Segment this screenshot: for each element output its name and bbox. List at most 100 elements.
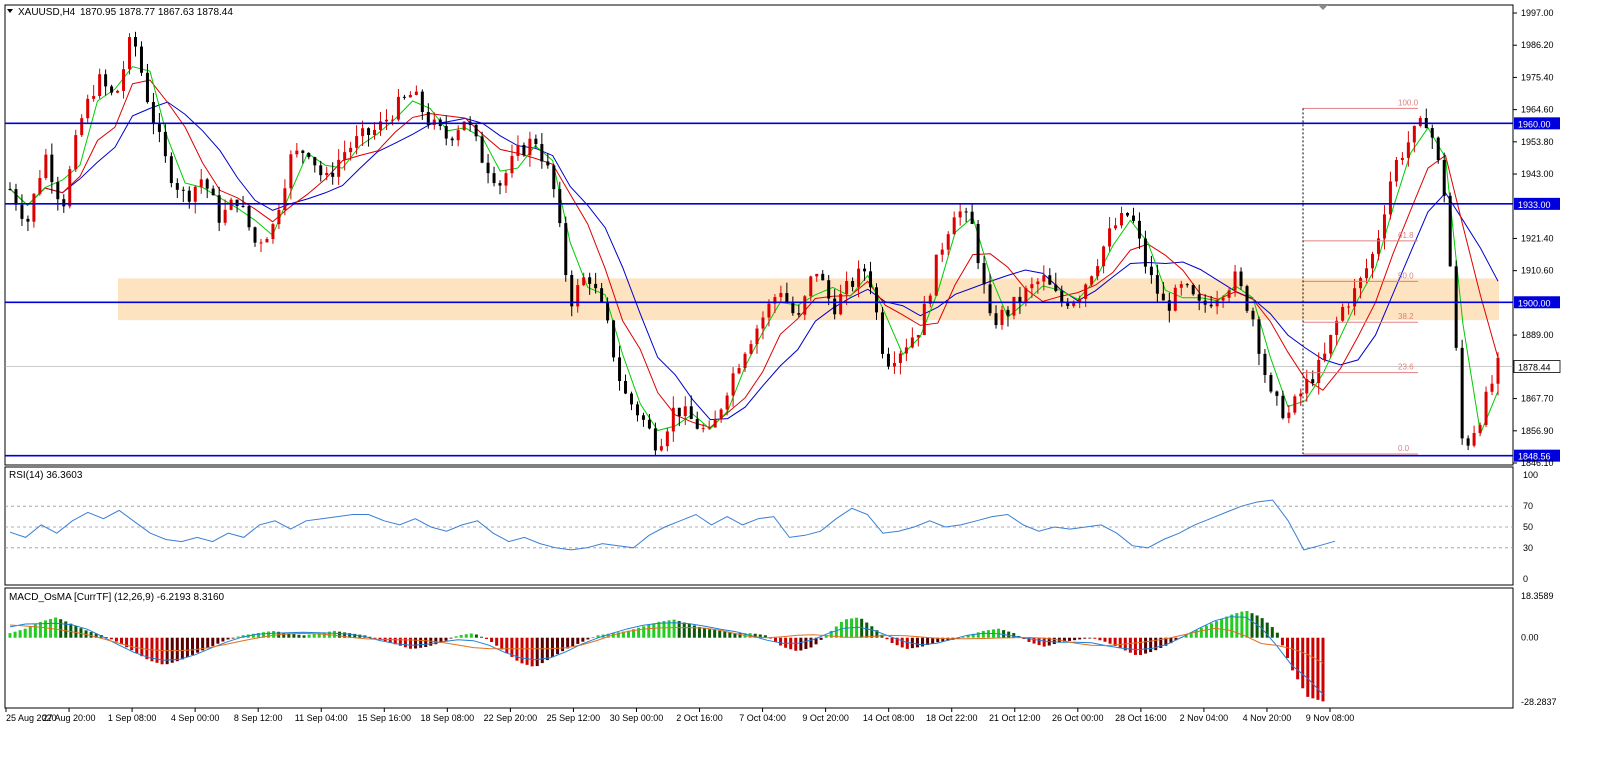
candle-body — [229, 199, 233, 210]
candle-body — [187, 190, 191, 202]
candle-body — [594, 283, 598, 289]
candle-body — [1215, 300, 1219, 307]
candle-body — [629, 393, 633, 405]
candle-body — [725, 395, 729, 410]
osma-bar — [1301, 637, 1305, 689]
osma-bar — [1149, 637, 1153, 653]
candle-body — [414, 91, 418, 95]
mt4-chart-window[interactable]: 1960.00 1933.00 1900.00 1848.56 1878.44 100.0… — [0, 0, 1619, 752]
rsi-tick-label: 0 — [1523, 574, 1528, 584]
osma-bar — [444, 637, 448, 641]
candle-body — [331, 172, 335, 177]
candle-body — [880, 312, 884, 354]
osma-bar — [226, 637, 230, 640]
candle-body — [450, 138, 454, 141]
time-tick-label: 1 Sep 08:00 — [108, 713, 157, 723]
candle-body — [719, 409, 723, 419]
candle-body — [797, 313, 801, 315]
osma-bar — [1240, 611, 1244, 638]
osma-bar — [500, 637, 504, 650]
candle-body — [283, 188, 287, 210]
rsi-tick-label: 50 — [1523, 522, 1533, 532]
price-tick-label: 1964.60 — [1521, 105, 1554, 115]
candle-body — [994, 313, 998, 326]
panel-frame-0 — [4, 4, 1514, 466]
candle-body — [1036, 281, 1040, 285]
candle-body — [1311, 379, 1315, 383]
candle-body — [355, 136, 359, 148]
candle-body — [767, 303, 771, 318]
osma-bar — [1280, 637, 1284, 646]
chart-canvas[interactable]: 1960.001933.001900.001848.561878.44100.0… — [0, 0, 1619, 752]
osma-bar — [1128, 637, 1132, 653]
candle-body — [1120, 213, 1124, 226]
candle-body — [1299, 393, 1303, 397]
candle-body — [241, 205, 245, 207]
osma-bar — [682, 622, 686, 638]
candle-body — [396, 96, 400, 120]
osma-bar — [140, 637, 144, 657]
osma-bar — [1204, 625, 1208, 638]
candle-body — [1102, 246, 1106, 267]
ohlc-readout: 1870.95 1878.77 1867.63 1878.44 — [80, 7, 233, 18]
osma-bar — [809, 637, 813, 648]
candle-body — [910, 337, 914, 348]
candle-body — [98, 74, 102, 97]
candle-body — [1257, 319, 1261, 354]
osma-bar — [779, 637, 783, 646]
osma-bar — [474, 634, 478, 638]
candle-body — [163, 131, 167, 157]
osma-bar — [525, 637, 529, 665]
candle-body — [1263, 353, 1267, 376]
candle-body — [151, 102, 155, 125]
candle-body — [988, 284, 992, 314]
candle-body — [1054, 284, 1058, 291]
candle-body — [665, 431, 669, 447]
osma-bar — [804, 637, 808, 649]
candle-body — [1149, 266, 1153, 276]
candle-body — [600, 288, 604, 302]
candle-body — [707, 427, 711, 429]
candle-body — [737, 368, 741, 374]
osma-bar — [1321, 637, 1325, 702]
candle-body — [671, 407, 675, 432]
osma-bar — [1108, 637, 1112, 644]
osma-bar — [794, 637, 798, 651]
osma-bar — [819, 637, 823, 640]
candle-body — [689, 406, 693, 420]
candle-body — [86, 98, 90, 119]
candle-body — [606, 301, 610, 321]
candle-body — [38, 178, 42, 194]
candle-body — [1018, 296, 1022, 303]
candle-body — [582, 277, 586, 286]
osma-bar — [520, 637, 524, 664]
candle-body — [265, 239, 269, 243]
fib-label: 50.0 — [1398, 271, 1414, 280]
candle-body — [1030, 284, 1034, 289]
osma-bar — [1083, 637, 1087, 639]
candle-body — [456, 130, 460, 141]
osma-bar — [586, 637, 590, 640]
candle-body — [1478, 424, 1482, 434]
osma-bar — [1306, 637, 1310, 697]
osma-bar — [297, 634, 301, 638]
osma-bar — [469, 633, 473, 638]
time-tick-label: 8 Sep 12:00 — [234, 713, 283, 723]
price-tick-label: 1910.60 — [1521, 266, 1554, 276]
candle-body — [851, 281, 855, 287]
price-tick-label: 1953.80 — [1521, 137, 1554, 147]
candle-body — [1448, 195, 1452, 267]
time-tick-label: 28 Oct 16:00 — [1115, 713, 1167, 723]
osma-bar — [576, 637, 580, 644]
candle-body — [833, 298, 837, 315]
osma-bar — [652, 623, 656, 638]
osma-bar — [221, 637, 225, 642]
osma-bar — [495, 637, 499, 646]
osma-bar — [424, 637, 428, 648]
candle-body — [1012, 296, 1016, 316]
osma-bar — [505, 637, 509, 654]
candle-body — [1317, 359, 1321, 383]
candle-body — [325, 172, 329, 176]
candle-body — [498, 183, 502, 186]
osma-bar — [561, 637, 565, 652]
